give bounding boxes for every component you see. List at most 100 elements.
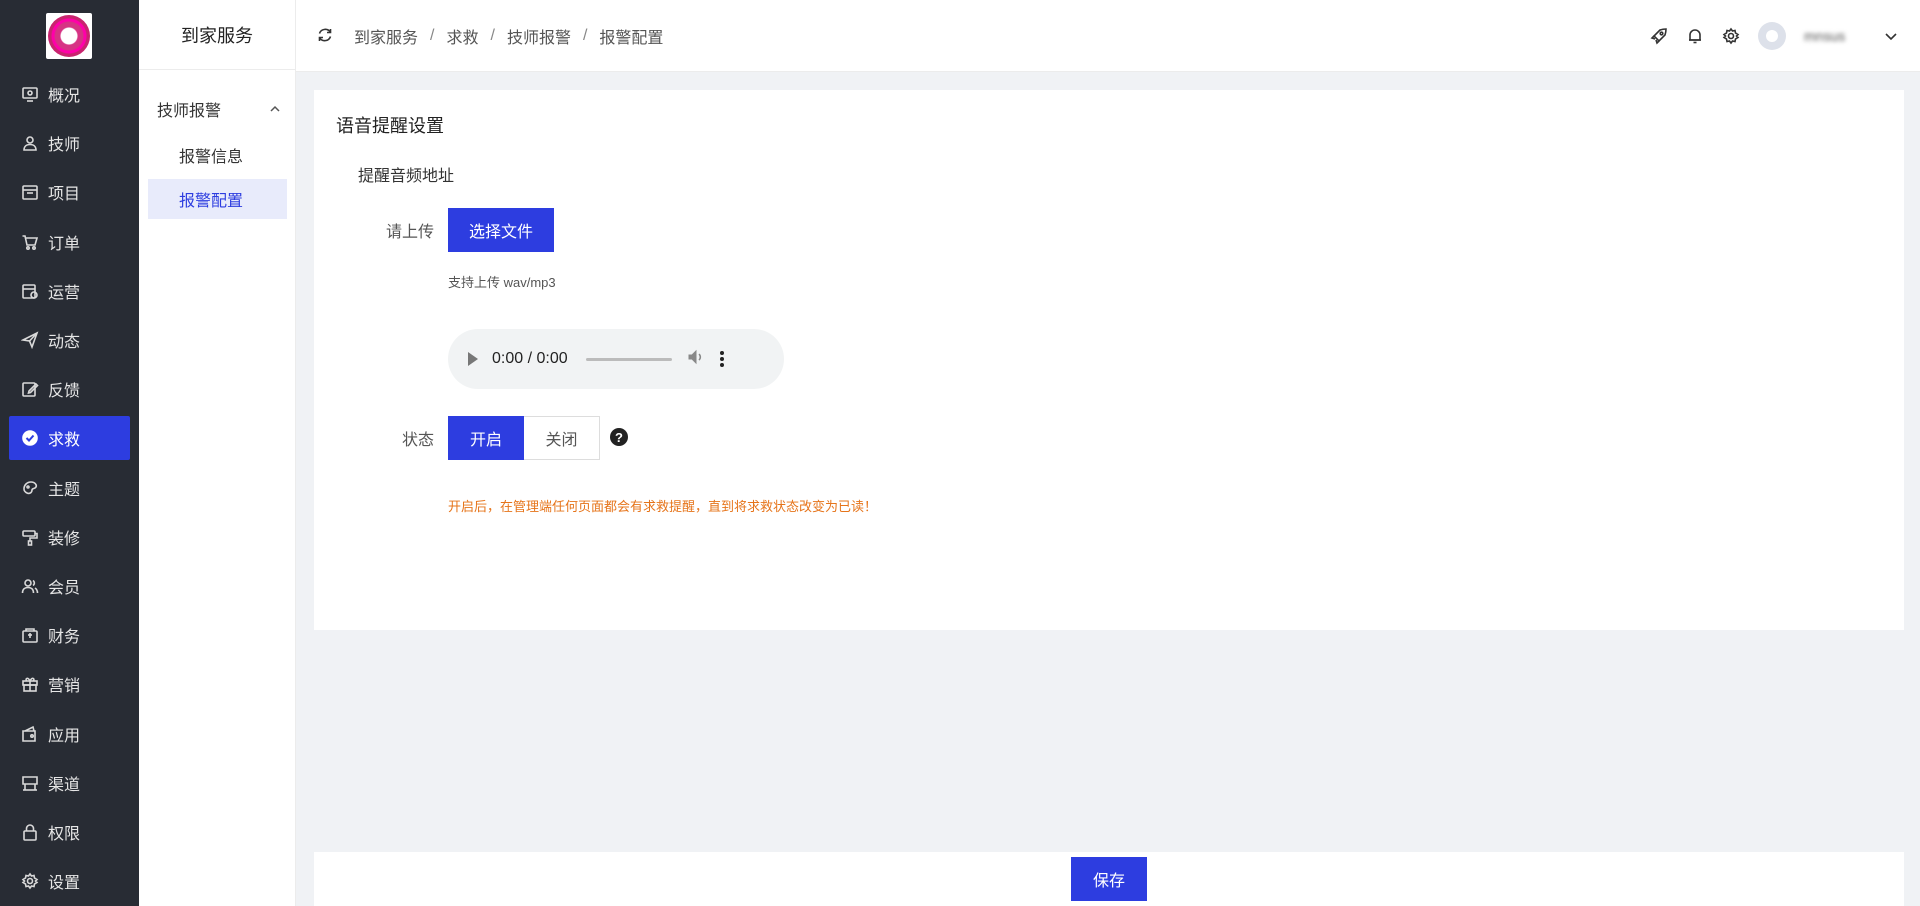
more-options-icon[interactable] [719,351,724,367]
sidebar-item[interactable]: 设置 [9,859,130,903]
sidebar-item[interactable]: 财务 [9,613,130,657]
chevron-up-icon [270,105,280,112]
sidebar-item[interactable]: 装修 [9,515,130,559]
upload-hint: 支持上传 wav/mp3 [448,275,556,290]
lock-icon [23,824,37,841]
sidebar-item[interactable]: 动态 [9,318,130,362]
palette-icon [23,480,38,494]
sidebar-item-label: 反馈 [48,383,81,401]
brand-logo[interactable] [46,13,92,59]
footer-bar: 保存 [314,852,1904,906]
subnav-group-technician-alarm[interactable]: 技师报警 [157,92,285,126]
sidebar-item[interactable]: 项目 [9,170,130,214]
choose-file-button[interactable]: 选择文件 [448,208,554,252]
store-icon [22,775,38,791]
sidebar-item-label: 技师 [48,137,81,155]
sidebar-item[interactable]: 渠道 [9,761,130,805]
header-actions: mnsus [1650,22,1900,50]
volume-icon [688,349,701,364]
sidebar-item[interactable]: 权限 [9,810,130,854]
subnav-group-label: 技师报警 [157,103,222,120]
refresh-icon [318,28,332,42]
user-icon [23,136,37,151]
avatar[interactable] [1758,22,1786,50]
chevron-down-icon[interactable] [1882,27,1900,45]
breadcrumb-sos[interactable]: 求救 [446,24,478,48]
gear-icon [21,872,39,890]
rocket-icon[interactable] [1650,27,1668,45]
gift-icon [22,677,38,693]
sidebar-item[interactable]: 运营 [9,269,130,313]
sidebar-item-label: 渠道 [48,776,81,794]
cart-icon [22,234,39,250]
subnav-item-alarm-config[interactable]: 报警配置 [148,179,287,219]
sidebar-item-label: 求救 [48,432,81,450]
sidebar-item-label: 装修 [48,530,81,548]
app-icon [22,725,36,742]
breadcrumb-home[interactable]: 到家服务 [354,24,418,48]
sidebar-item[interactable]: 营销 [9,662,130,706]
warning-text: 开启后，在管理端任何页面都会有求救提醒，直到将求救状态改变为已读！ [448,499,878,514]
page-title: 语音提醒设置 [336,116,444,136]
top-header: 到家服务 / 求救 / 技师报警 / 报警配置 mnsus [296,0,1920,72]
sidebar-item-label: 设置 [48,875,81,893]
breadcrumb-separator: / [582,27,588,44]
audio-progress-bar[interactable] [585,357,672,361]
save-button[interactable]: 保存 [1071,857,1147,901]
bell-icon[interactable] [1686,27,1704,45]
sidebar-item-label: 权限 [48,826,81,843]
sidebar-item-label: 营销 [48,678,81,696]
calendar-icon [22,185,38,201]
sidebar-item-label: 动态 [48,334,81,351]
status-off-option[interactable]: 关闭 [524,416,600,460]
sidebar-item-label: 订单 [48,235,81,253]
status-on-option[interactable]: 开启 [448,416,524,460]
refresh-button[interactable] [316,26,334,44]
paint-roller-icon [22,529,38,546]
upload-label: 请上传 [385,224,434,241]
breadcrumb-separator: / [490,27,495,44]
sidebar-item[interactable]: 反馈 [9,367,130,411]
username[interactable]: mnsus [1804,28,1864,44]
check-circle-icon [22,430,38,447]
monitor-icon [22,87,38,102]
sidebar-item-label: 财务 [48,629,81,647]
sidebar-item[interactable]: 技师 [9,121,130,165]
sidebar-item[interactable]: 求救 [9,416,130,461]
play-icon[interactable] [468,352,478,366]
sub-sidebar: 到家服务 技师报警 报警信息 报警配置 [139,0,296,906]
audio-time: 0:00 / 0:00 [492,350,568,367]
send-icon [21,331,39,349]
audio-player: 0:00 / 0:00 [448,329,784,389]
section-label-audio-url: 提醒音频地址 [358,168,455,185]
wallet-icon [22,628,38,643]
breadcrumb-alarm-config: 报警配置 [599,30,664,47]
sidebar-item-label: 运营 [48,284,81,302]
schedule-icon [22,283,38,299]
sidebar-item[interactable]: 主题 [9,466,130,510]
volume-button[interactable] [686,347,706,372]
sidebar-item-label: 概况 [48,88,81,105]
status-label: 状态 [401,432,434,449]
gear-icon[interactable] [1722,27,1740,45]
main-sidebar: 概况技师项目订单运营动态反馈求救主题装修会员财务营销应用渠道权限设置 [0,0,139,906]
sidebar-item-label: 应用 [48,727,81,745]
sidebar-item[interactable]: 会员 [9,564,130,608]
breadcrumb-technician-alarm[interactable]: 技师报警 [507,24,571,48]
subnav-title: 到家服务 [139,0,295,70]
subnav-item-alarm-info[interactable]: 报警信息 [148,135,287,175]
logo-emblem [48,15,90,57]
sidebar-item-label: 项目 [48,186,81,204]
settings-card: 语音提醒设置 提醒音频地址 请上传 选择文件 支持上传 wav/mp3 0:00… [314,90,1904,630]
sidebar-item[interactable]: 概况 [9,72,130,116]
sidebar-item[interactable]: 订单 [9,220,130,264]
members-icon [21,579,39,594]
breadcrumb: 到家服务 / 求救 / 技师报警 / 报警配置 [354,24,663,48]
avatar-head [1766,30,1778,42]
edit-icon [22,382,39,397]
breadcrumb-separator: / [430,27,435,44]
help-icon[interactable]: ? [610,428,628,446]
sidebar-item-label: 主题 [48,481,81,499]
sidebar-item[interactable]: 应用 [9,712,130,756]
sidebar-item-label: 会员 [48,580,81,597]
